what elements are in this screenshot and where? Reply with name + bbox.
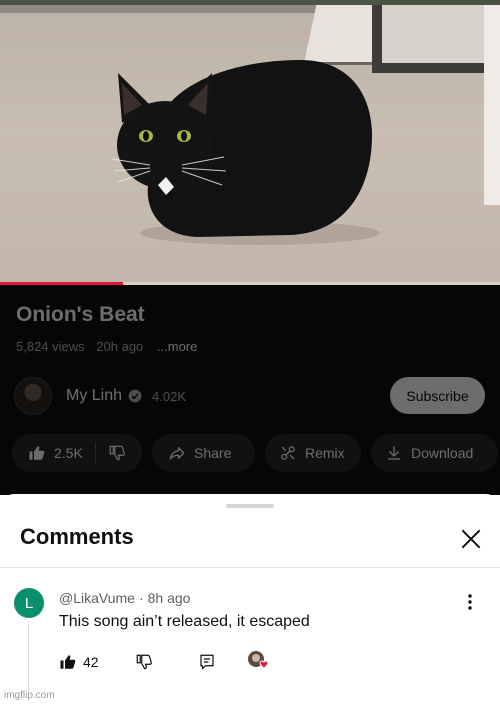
download-label: Download [411,445,474,461]
channel-name[interactable]: My Linh [66,387,122,405]
upload-age: 20h ago [96,339,144,354]
like-dislike-group: 2.5K [12,434,142,472]
video-player[interactable] [0,5,500,285]
close-icon[interactable] [458,526,484,552]
action-bar: 2.5K Share Remix Download [12,434,498,472]
share-label: Share [194,445,232,461]
watermark: imgflip.com [4,690,55,701]
comment-time: 8h ago [147,590,191,606]
video-cat-image [111,60,380,245]
comment-text: This song ain’t released, it escaped [59,613,310,630]
download-button[interactable]: Download [371,434,498,472]
channel-row[interactable]: My Linh 4.02K [14,376,186,416]
subscribe-button[interactable]: Subscribe [390,377,485,414]
share-button[interactable]: Share [152,434,255,472]
remix-button[interactable]: Remix [265,434,361,472]
more-link[interactable]: ...more [157,339,197,354]
like-count[interactable]: 2.5K [54,445,83,461]
thread-line [28,622,29,692]
sheet-drag-handle[interactable] [226,504,274,508]
view-count: 5,824 views [16,339,85,354]
commenter-avatar[interactable]: L [14,588,44,618]
comment-dislike-icon[interactable] [135,653,153,671]
comment-like-icon[interactable] [59,653,77,671]
comments-title: Comments [20,524,134,549]
comments-sheet: Comments L @LikaVume · 8h ago This song ai… [0,494,500,705]
thumbs-down-icon[interactable] [108,444,126,462]
verified-badge-icon [128,389,142,403]
thumbs-up-icon[interactable] [28,444,46,462]
comment-actions: 42 [59,651,216,673]
comment-separator-dot: · [138,590,144,606]
creator-heart-icon [248,651,269,670]
download-icon [388,446,400,460]
remix-icon [281,446,295,460]
comment-like-count: 42 [83,654,99,670]
video-title: Onion's Beat [16,303,145,326]
reply-icon[interactable] [198,653,216,671]
comment-author[interactable]: @LikaVume [59,590,135,606]
video-meta[interactable]: 5,824 views 20h ago ...more [16,339,205,354]
watch-details: Onion's Beat 5,824 views 20h ago ...more… [0,285,500,495]
more-vert-icon[interactable] [462,592,478,612]
channel-avatar[interactable] [14,377,52,415]
sheet-divider [0,567,500,568]
comment-header: @LikaVume · 8h ago [59,590,190,606]
share-icon [169,447,185,460]
like-divider [94,442,96,464]
subscriber-count: 4.02K [152,388,187,404]
remix-label: Remix [305,445,345,461]
